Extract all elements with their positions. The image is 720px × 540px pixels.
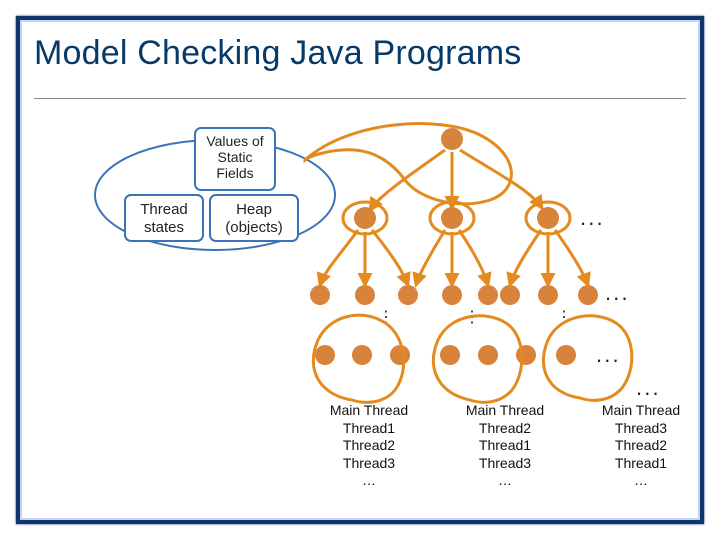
thread-col: Main Thread Thread3 Thread2 Thread1 … <box>582 402 700 490</box>
tree-edge <box>416 230 445 285</box>
row2 <box>310 285 598 305</box>
col-more: … <box>446 472 564 490</box>
tree-edge <box>372 230 408 285</box>
col-line: Thread3 <box>310 455 428 473</box>
col-line: Thread1 <box>582 455 700 473</box>
col-more: … <box>310 472 428 490</box>
tree-edge <box>320 230 358 285</box>
thread-col: Main Thread Thread1 Thread2 Thread3 … <box>310 402 428 490</box>
tree-edge <box>459 230 488 285</box>
col-main: Main Thread <box>310 402 428 420</box>
row-ellipsis: . . . <box>605 280 626 305</box>
row-ellipsis: . . . <box>580 205 601 230</box>
col-line: Thread2 <box>310 437 428 455</box>
tree-node <box>441 207 463 229</box>
box-heap-l2: (objects) <box>225 219 283 236</box>
box-heap-l1: Heap <box>236 201 272 218</box>
box-thread-states-l1: Thread <box>140 201 188 218</box>
box-static-fields-l1: Values of <box>206 133 263 149</box>
row-ellipsis: . . . <box>636 375 657 400</box>
thread-columns: Main Thread Thread1 Thread2 Thread3 … Ma… <box>310 402 700 490</box>
box-thread-states-l2: states <box>144 219 184 236</box>
col-main: Main Thread <box>582 402 700 420</box>
col-line: Thread1 <box>446 437 564 455</box>
box-static-fields-l2: Static <box>217 149 252 165</box>
col-line: Thread3 <box>582 420 700 438</box>
tree-edge <box>510 230 541 285</box>
tree-node <box>354 207 376 229</box>
col-line: Thread2 <box>446 420 564 438</box>
col-line: Thread3 <box>446 455 564 473</box>
tree-edge <box>460 150 542 208</box>
row-ellipsis: . . . <box>596 342 617 367</box>
tree-node <box>441 128 463 150</box>
thread-col: Main Thread Thread2 Thread1 Thread3 … <box>446 402 564 490</box>
col-line: Thread1 <box>310 420 428 438</box>
tree-edge <box>555 230 588 285</box>
row3 <box>315 345 576 365</box>
col-line: Thread2 <box>582 437 700 455</box>
tree-node <box>537 207 559 229</box>
box-static-fields-l3: Fields <box>216 165 253 181</box>
col-main: Main Thread <box>446 402 564 420</box>
col-more: … <box>582 472 700 490</box>
